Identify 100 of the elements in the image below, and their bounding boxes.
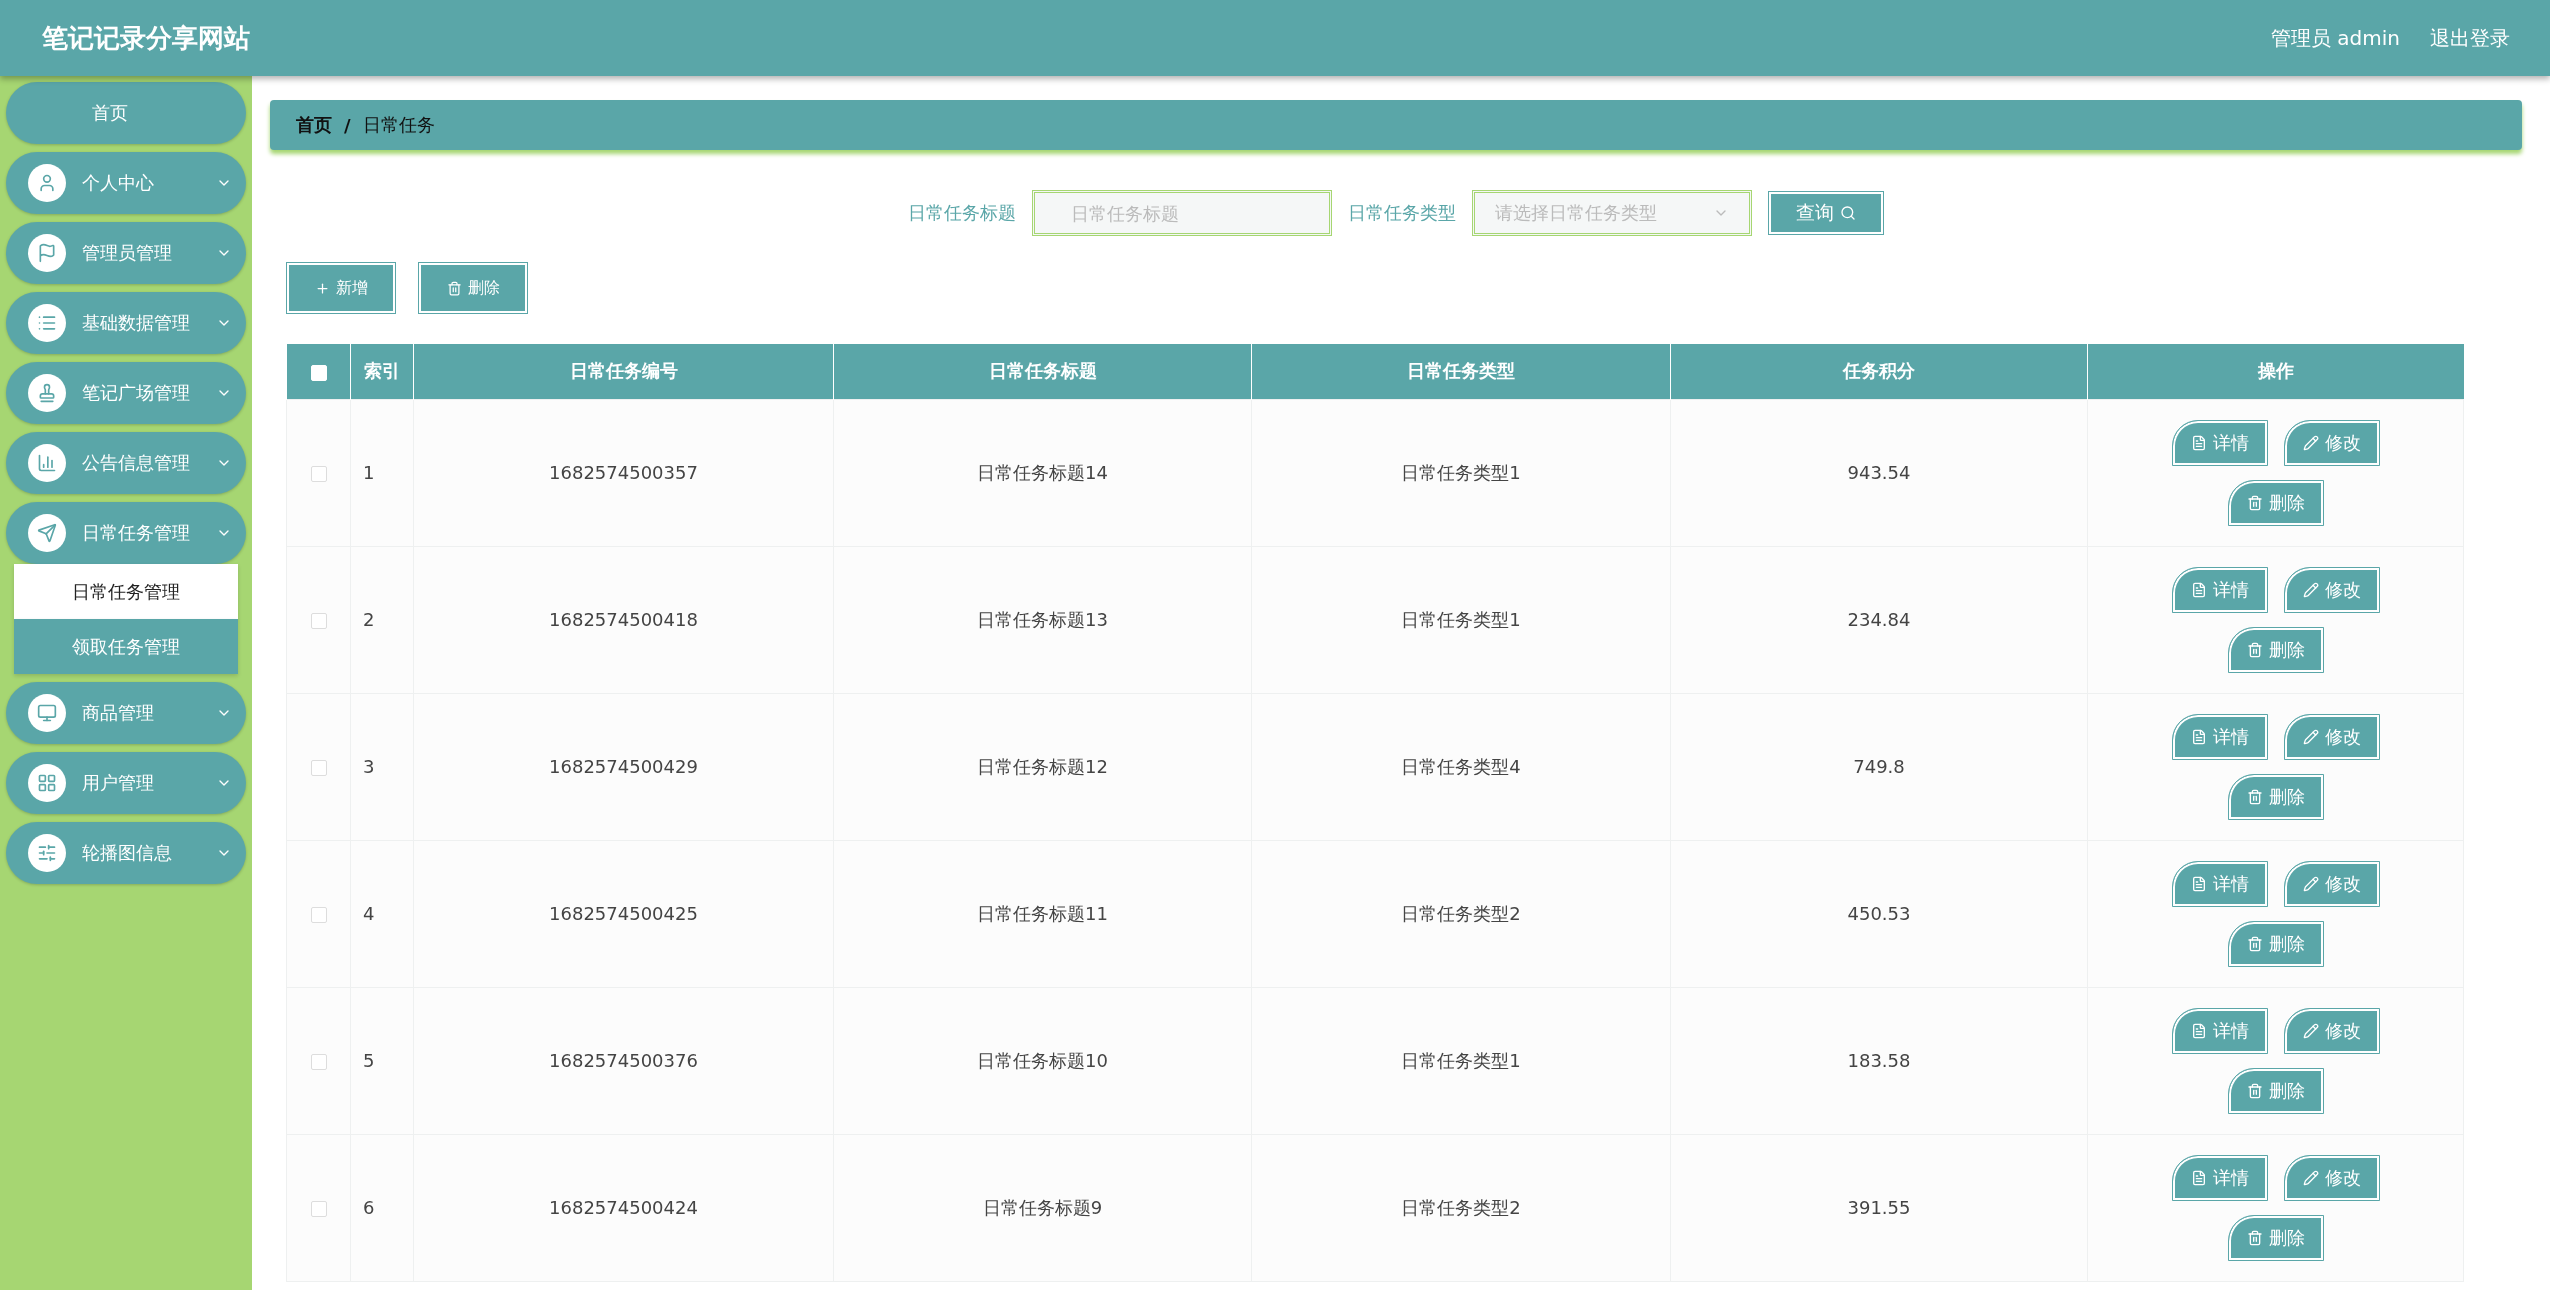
trash-icon xyxy=(2246,935,2263,952)
menu-icon xyxy=(28,514,66,552)
row-checkbox[interactable] xyxy=(310,1054,327,1070)
table-cell: 日常任务标题13 xyxy=(833,546,1252,693)
sidebar-item[interactable]: 基础数据管理 xyxy=(6,292,246,354)
edit-button[interactable]: 修改 xyxy=(2283,1007,2380,1054)
table-cell: 1 xyxy=(350,399,414,546)
detail-button[interactable]: 详情 xyxy=(2171,713,2268,760)
row-checkbox[interactable] xyxy=(310,1201,327,1217)
table-cell: 749.8 xyxy=(1670,693,2088,840)
sidebar-item[interactable]: 个人中心 xyxy=(6,152,246,214)
sidebar-item[interactable]: 日常任务管理 xyxy=(6,502,246,564)
submenu-item[interactable]: 领取任务管理 xyxy=(14,619,238,674)
trash-icon xyxy=(2246,494,2263,511)
pencil-icon xyxy=(2302,728,2319,745)
document-icon xyxy=(2190,875,2207,892)
table-cell: 1682574500425 xyxy=(413,840,834,987)
table-cell: 5 xyxy=(350,987,414,1134)
column-header: 日常任务编号 xyxy=(413,344,834,399)
table-cell: 4 xyxy=(350,840,414,987)
breadcrumb-item: 日常任务 xyxy=(362,113,435,137)
row-checkbox[interactable] xyxy=(310,907,327,923)
table-cell: 日常任务标题10 xyxy=(833,987,1252,1134)
menu-icon xyxy=(28,694,66,732)
document-icon xyxy=(2190,434,2207,451)
edit-button[interactable]: 修改 xyxy=(2283,419,2380,466)
delete-button[interactable]: 删除 xyxy=(418,262,528,314)
sidebar-item[interactable]: 轮播图信息 xyxy=(6,822,246,884)
detail-button[interactable]: 详情 xyxy=(2171,860,2268,907)
detail-button[interactable]: 详情 xyxy=(2171,419,2268,466)
column-header: 任务积分 xyxy=(1670,344,2088,399)
delete-button[interactable]: 删除 xyxy=(2227,1067,2324,1114)
delete-button[interactable]: 删除 xyxy=(2227,773,2324,820)
user-label: 管理员 admin xyxy=(2270,24,2400,52)
logout-link[interactable]: 退出登录 xyxy=(2430,24,2510,52)
sidebar-item[interactable]: 笔记广场管理 xyxy=(6,362,246,424)
menu-icon xyxy=(28,234,66,272)
sidebar-item[interactable]: 商品管理 xyxy=(6,682,246,744)
delete-button[interactable]: 删除 xyxy=(2227,479,2324,526)
pencil-icon xyxy=(2302,434,2319,451)
submenu-item[interactable]: 日常任务管理 xyxy=(14,564,238,619)
detail-button[interactable]: 详情 xyxy=(2171,1007,2268,1054)
edit-button[interactable]: 修改 xyxy=(2283,860,2380,907)
query-button[interactable]: 查询 xyxy=(1768,191,1884,235)
document-icon xyxy=(2190,728,2207,745)
column-header: 操作 xyxy=(2087,344,2464,399)
table-cell: 1682574500429 xyxy=(413,693,834,840)
trash-icon xyxy=(2246,1082,2263,1099)
table-cell: 1682574500376 xyxy=(413,987,834,1134)
sidebar-item[interactable]: 管理员管理 xyxy=(6,222,246,284)
table-cell: 1682574500418 xyxy=(413,546,834,693)
sidebar-item[interactable]: 公告信息管理 xyxy=(6,432,246,494)
table-cell: 234.84 xyxy=(1670,546,2088,693)
table-cell: 943.54 xyxy=(1670,399,2088,546)
trash-icon xyxy=(2246,788,2263,805)
delete-button[interactable]: 删除 xyxy=(2227,1214,2324,1261)
trash-icon xyxy=(2246,1229,2263,1246)
table-cell: 日常任务标题9 xyxy=(833,1134,1252,1281)
row-checkbox[interactable] xyxy=(310,760,327,776)
document-icon xyxy=(2190,1169,2207,1186)
menu-icon xyxy=(28,374,66,412)
menu-icon xyxy=(28,164,66,202)
edit-button[interactable]: 修改 xyxy=(2283,713,2380,760)
sidebar-item[interactable]: 首页 xyxy=(6,82,246,144)
title-input[interactable]: 日常任务标题 xyxy=(1032,190,1332,236)
edit-button[interactable]: 修改 xyxy=(2283,566,2380,613)
row-checkbox[interactable] xyxy=(310,466,327,482)
pencil-icon xyxy=(2302,1169,2319,1186)
table-cell: 6 xyxy=(350,1134,414,1281)
add-button[interactable]: 新增 xyxy=(286,262,396,314)
table-cell: 391.55 xyxy=(1670,1134,2088,1281)
detail-button[interactable]: 详情 xyxy=(2171,566,2268,613)
table-cell: 450.53 xyxy=(1670,840,2088,987)
field-label: 日常任务类型 xyxy=(1348,201,1456,225)
row-checkbox[interactable] xyxy=(310,613,327,629)
site-title: 笔记记录分享网站 xyxy=(42,21,251,55)
document-icon xyxy=(2190,1022,2207,1039)
delete-button[interactable]: 删除 xyxy=(2227,920,2324,967)
table-cell: 日常任务类型1 xyxy=(1251,987,1671,1134)
pencil-icon xyxy=(2302,1022,2319,1039)
select-all-checkbox[interactable] xyxy=(310,364,327,381)
field-label: 日常任务标题 xyxy=(908,201,1016,225)
table-cell: 183.58 xyxy=(1670,987,2088,1134)
search-icon xyxy=(1840,205,1856,221)
table-cell: 日常任务标题11 xyxy=(833,840,1252,987)
detail-button[interactable]: 详情 xyxy=(2171,1154,2268,1201)
menu-icon xyxy=(28,834,66,872)
delete-button[interactable]: 删除 xyxy=(2227,626,2324,673)
table-cell: 日常任务标题12 xyxy=(833,693,1252,840)
sidebar-item[interactable]: 用户管理 xyxy=(6,752,246,814)
column-header: 索引 xyxy=(350,344,414,399)
menu-icon xyxy=(28,304,66,342)
plus-icon xyxy=(314,280,330,296)
trash-icon xyxy=(446,280,462,296)
table-cell: 1682574500357 xyxy=(413,399,834,546)
type-select[interactable]: 请选择日常任务类型 xyxy=(1472,190,1752,236)
edit-button[interactable]: 修改 xyxy=(2283,1154,2380,1201)
table-cell: 日常任务类型2 xyxy=(1251,1134,1671,1281)
breadcrumb-item[interactable]: 首页 xyxy=(296,113,332,137)
menu-icon xyxy=(28,444,66,482)
